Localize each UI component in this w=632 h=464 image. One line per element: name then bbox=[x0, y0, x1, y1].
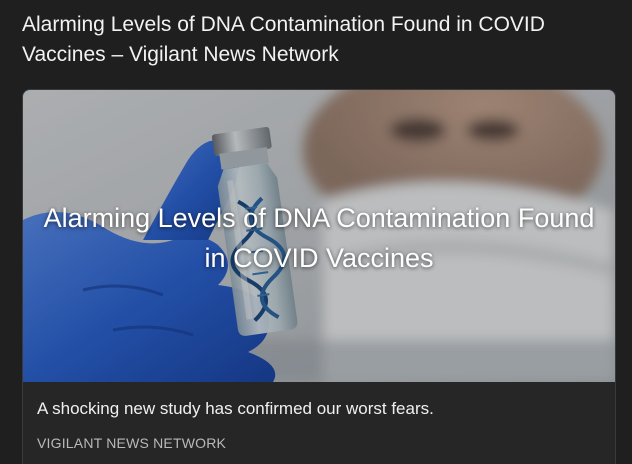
page-title[interactable]: Alarming Levels of DNA Contamination Fou… bbox=[22, 10, 622, 70]
hero-headline: Alarming Levels of DNA Contamination Fou… bbox=[43, 203, 595, 273]
card-source: VIGILANT NEWS NETWORK bbox=[37, 435, 227, 451]
card-body: A shocking new study has confirmed our w… bbox=[23, 382, 615, 452]
link-preview-page: Alarming Levels of DNA Contamination Fou… bbox=[0, 0, 632, 464]
link-preview-card[interactable]: Alarming Levels of DNA Contamination Fou… bbox=[22, 89, 616, 464]
card-description: A shocking new study has confirmed our w… bbox=[37, 399, 434, 418]
hero-image[interactable]: Alarming Levels of DNA Contamination Fou… bbox=[23, 90, 615, 382]
